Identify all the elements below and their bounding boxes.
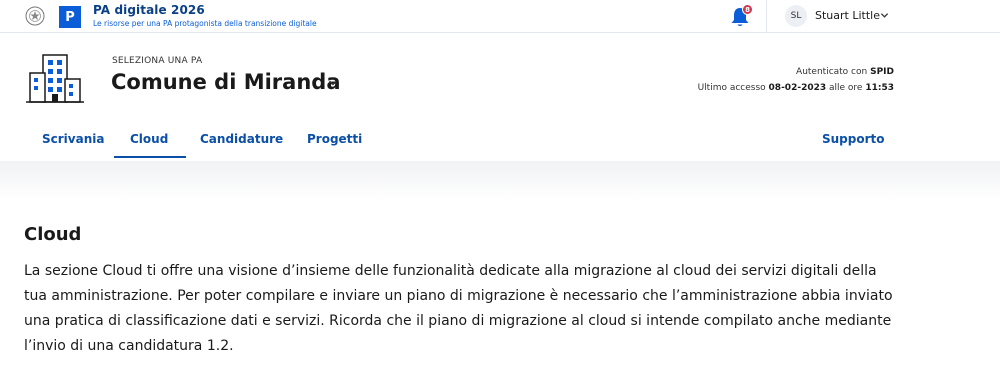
brand-logo[interactable]: P [59,6,81,28]
tab-progetti[interactable]: Progetti [307,132,362,156]
tab-candidature[interactable]: Candidature [200,132,283,156]
chevron-down-icon[interactable] [880,11,889,20]
chevron-down-icon[interactable] [328,78,338,88]
building-illustration-icon [26,54,84,103]
avatar[interactable]: SL [785,5,807,27]
support-link[interactable]: Supporto [822,132,885,156]
brand-subtitle: Le risorse per una PA protagonista della… [93,19,317,28]
main-nav: Scrivania Cloud Candidature Progetti Sup… [0,128,1000,161]
page-title: Cloud [24,224,82,245]
pa-name[interactable]: Comune di Miranda [111,70,341,94]
emblem-icon [25,6,45,26]
select-pa-label: SELEZIONA UNA PA [112,56,203,66]
last-access-info: Ultimo accesso 08-02-2023 alle ore 11:53 [697,83,894,93]
notification-badge: 8 [742,4,753,15]
pa-header: SELEZIONA UNA PA Comune di Miranda Auten… [0,33,1000,161]
topbar-divider [766,0,767,33]
tab-scrivania[interactable]: Scrivania [42,132,104,156]
brand-title[interactable]: PA digitale 2026 [93,3,205,17]
tab-cloud[interactable]: Cloud [114,132,187,158]
user-name[interactable]: Stuart Little [815,9,880,22]
header-shadow [0,161,1000,201]
top-bar: P PA digitale 2026 Le risorse per una PA… [0,0,1000,33]
auth-info: Autenticato con SPID [796,67,894,77]
page-description: La sezione Cloud ti offre una visione d’… [24,263,893,354]
